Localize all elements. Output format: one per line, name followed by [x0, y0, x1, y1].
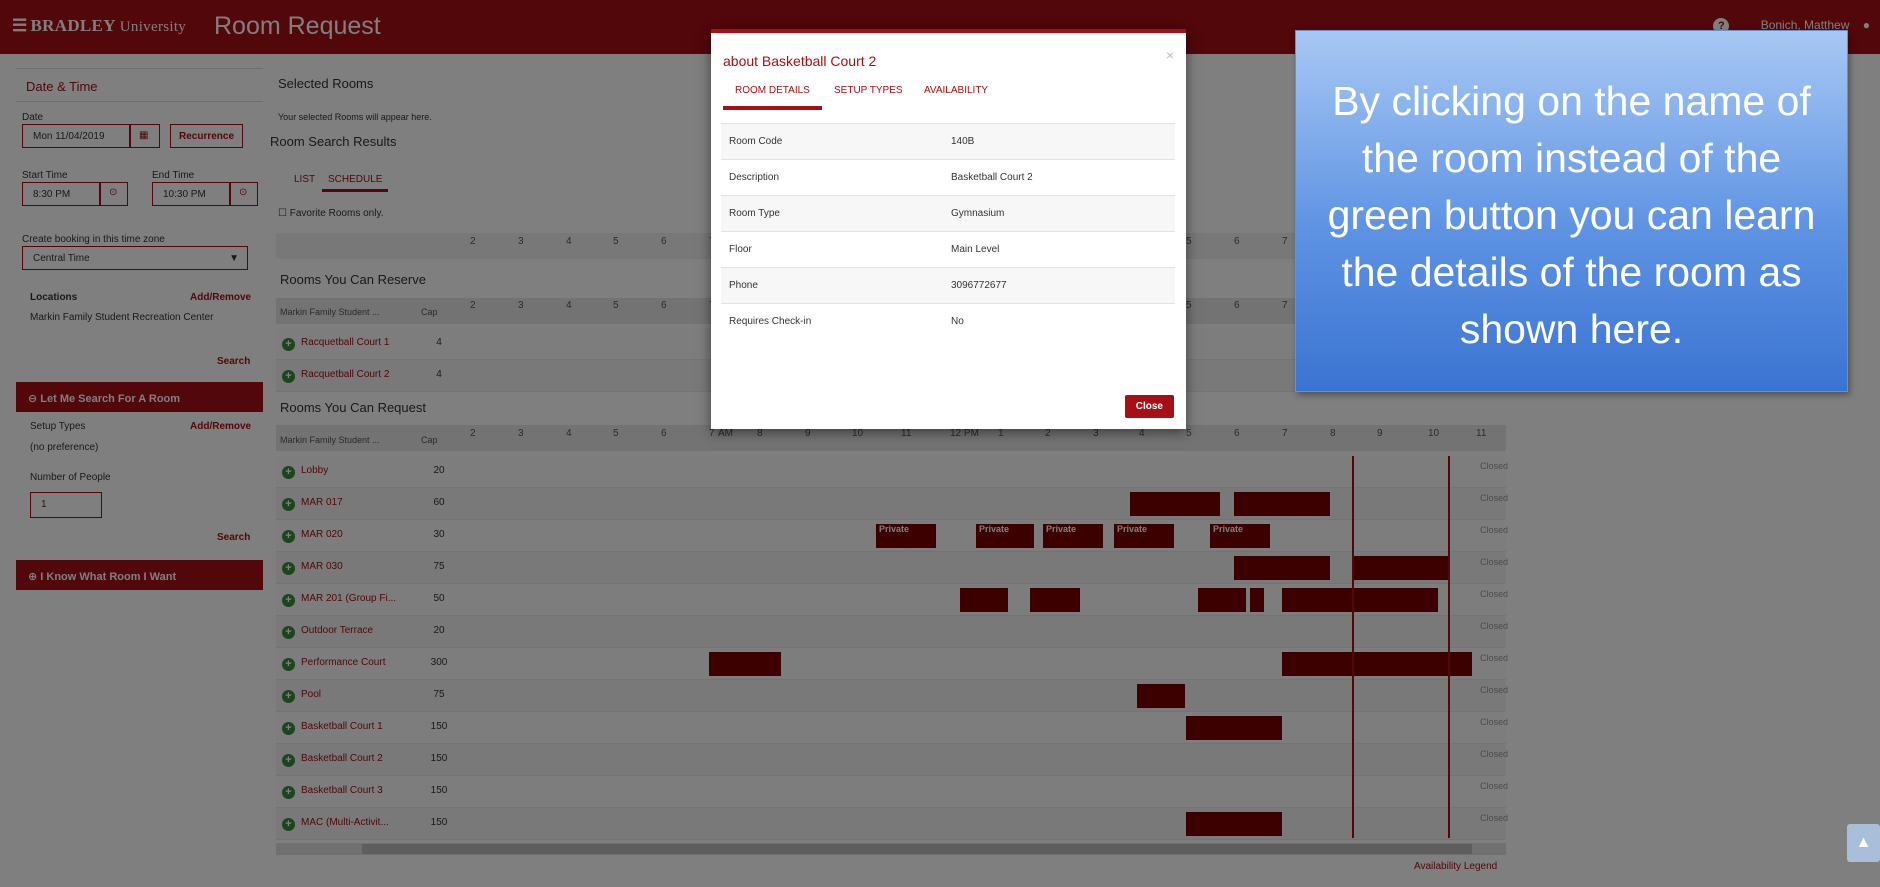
- detail-key: Room Code: [729, 136, 783, 147]
- detail-key: Requires Check-in: [729, 316, 812, 327]
- modal-title: about Basketball Court 2: [723, 53, 877, 69]
- room-details-modal: about Basketball Court 2 × ROOM DETAILS …: [711, 29, 1186, 429]
- detail-key: Floor: [729, 244, 752, 255]
- scroll-to-top-icon[interactable]: ▲: [1847, 824, 1880, 862]
- details-table: Room Code 140B Description Basketball Cour…: [721, 123, 1175, 339]
- detail-key: Phone: [729, 280, 758, 291]
- tab-room-details[interactable]: ROOM DETAILS: [723, 85, 822, 110]
- detail-row: Floor Main Level: [721, 231, 1175, 267]
- detail-row: Phone 3096772677: [721, 267, 1175, 303]
- detail-value: Gymnasium: [951, 208, 1005, 219]
- detail-row: Room Code 140B: [721, 123, 1175, 159]
- detail-key: Description: [729, 172, 780, 183]
- detail-value: 3096772677: [951, 280, 1007, 291]
- detail-value: No: [951, 316, 964, 327]
- detail-row: Room Type Gymnasium: [721, 195, 1175, 231]
- detail-row: Description Basketball Court 2: [721, 159, 1175, 195]
- tab-availability[interactable]: AVAILABILITY: [924, 85, 988, 105]
- detail-value: Basketball Court 2: [951, 172, 1033, 183]
- detail-key: Room Type: [729, 208, 780, 219]
- detail-value: Main Level: [951, 244, 1000, 255]
- close-button[interactable]: Close: [1124, 395, 1174, 418]
- detail-row: Requires Check-in No: [721, 303, 1175, 339]
- detail-value: 140B: [951, 136, 975, 147]
- app-root: ☰BRADLEYUniversity Room Request ? Bonich…: [0, 0, 1880, 887]
- tab-setup-types[interactable]: SETUP TYPES: [834, 85, 903, 105]
- close-icon[interactable]: ×: [1166, 47, 1174, 63]
- tutorial-callout: By clicking on the name of the room inst…: [1295, 30, 1848, 392]
